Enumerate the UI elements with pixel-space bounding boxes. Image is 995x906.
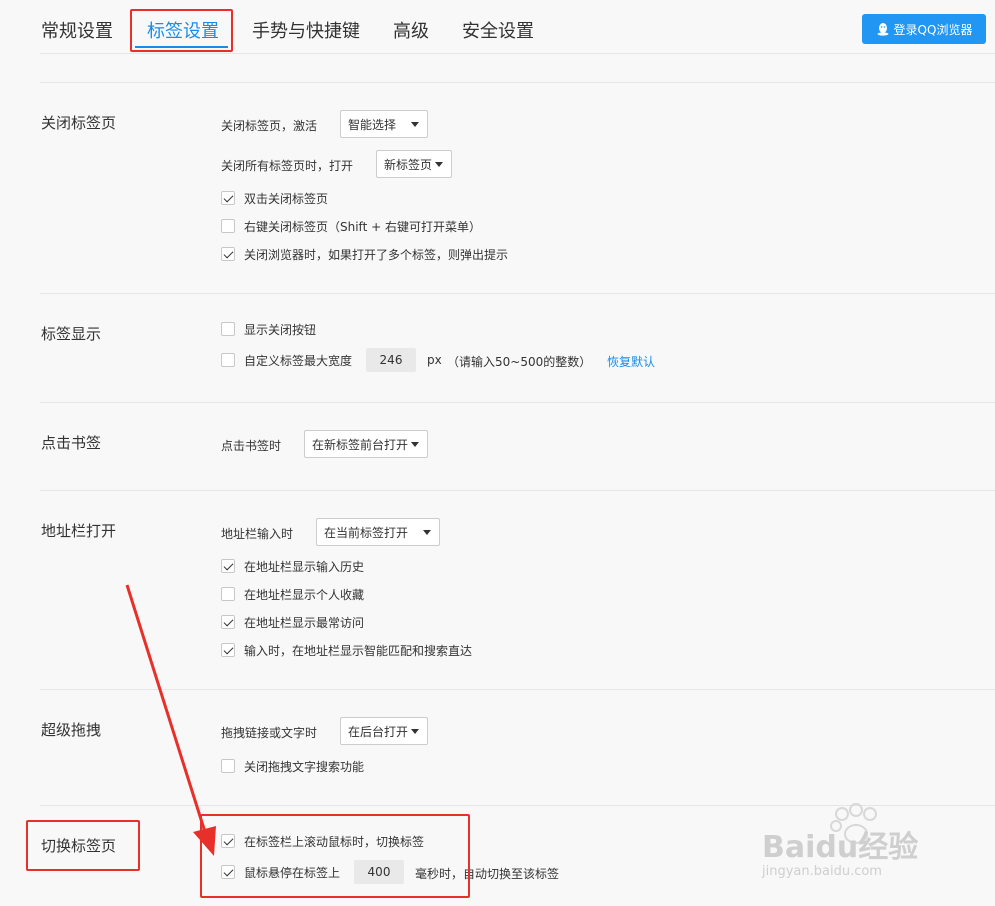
annotation-arrow-icon <box>125 584 216 856</box>
watermark-logo: Baidu经验 <box>762 830 919 865</box>
watermark-url: jingyan.baidu.com <box>762 864 882 879</box>
baidu-jingyan-watermark: Baidu经验 jingyan.baidu.com <box>760 800 960 890</box>
